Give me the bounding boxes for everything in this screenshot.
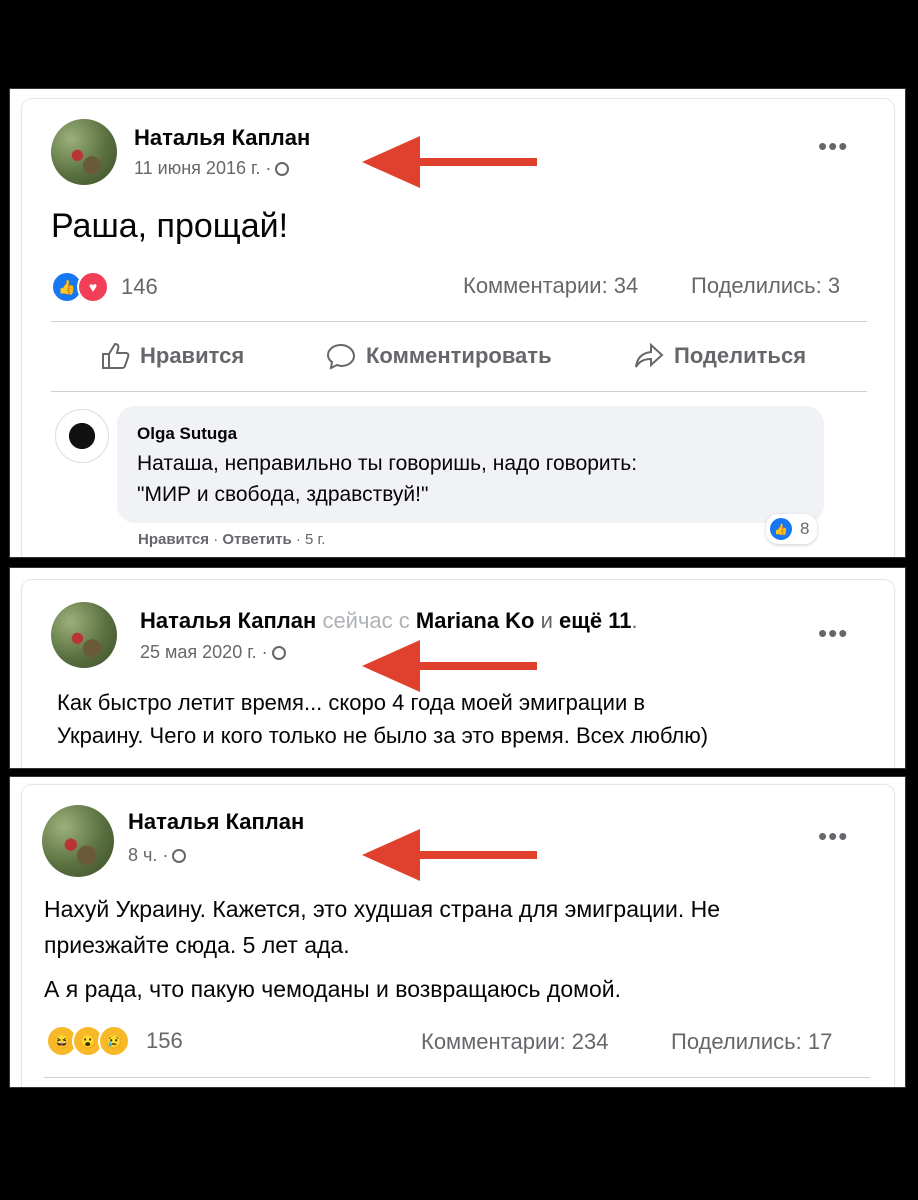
post-text-line-2: Украину. Чего и кого только не было за э… [57,723,709,748]
red-arrow [362,829,537,881]
post-text: Нахуй Украину. Кажется, это худшая стран… [44,891,720,1007]
shares-count[interactable]: Поделились: 17 [671,1029,832,1055]
post-card-2: Наталья Каплан сейчас с Mariana Ko и ещё… [22,580,894,768]
screenshot-panel-3: Наталья Каплан 8 ч. · ••• Нахуй Украину.… [9,776,906,1088]
with-prefix: сейчас с [322,608,410,633]
comment-reaction-count: 8 [800,519,810,538]
post-text-line-2: приезжайте сюда. 5 лет ада. [44,932,350,958]
post-date[interactable]: 8 ч. · [128,845,187,866]
comment-icon [326,343,356,370]
author-name[interactable]: Наталья Каплан [134,125,310,151]
screenshot-panel-1: Наталья Каплан 11 июня 2016 г. · ••• Раш… [9,88,906,558]
love-reaction-icon: ♥ [77,271,109,303]
comment-bubble: Olga Sutuga Наташа, неправильно ты говор… [117,406,824,523]
post-text: Раша, прощай! [51,207,289,245]
more-dots-icon[interactable]: ••• [818,131,848,162]
globe-icon [172,849,187,863]
globe-icon [271,646,286,660]
comment-like-link[interactable]: Нравится [138,531,209,548]
share-button[interactable]: Поделиться [634,342,806,370]
shares-count[interactable]: Поделились: 3 [691,273,840,299]
post-card-1: Наталья Каплан 11 июня 2016 г. · ••• Раш… [22,99,894,557]
commenter-avatar[interactable] [55,409,109,463]
comment-button[interactable]: Комментировать [326,342,552,370]
like-icon [102,342,130,369]
more-dots-icon[interactable]: ••• [818,821,848,852]
divider [51,391,867,392]
like-button[interactable]: Нравится [100,342,244,370]
author-avatar[interactable] [51,119,117,185]
share-icon [635,342,664,368]
post-date-text[interactable]: 8 ч. [128,845,157,865]
post-date-text[interactable]: 11 июня 2016 г. [134,158,260,178]
commenter-name[interactable]: Olga Sutuga [137,424,637,444]
author-name[interactable]: Наталья Каплан [128,809,304,835]
post-text-line-1: Как быстро летит время... скоро 4 года м… [57,690,646,715]
comment-reply-link[interactable]: Ответить [222,531,291,548]
more-dots-icon[interactable]: ••• [818,618,848,649]
like-reaction-icon: 👍 [768,516,794,542]
reactions-summary[interactable]: 👍 ♥ 146 [51,271,158,303]
comment-reactions[interactable]: 👍 8 [766,514,818,544]
author-avatar[interactable] [42,805,114,877]
sad-reaction-icon: 😢 [98,1025,130,1057]
comment-line-1: Наташа, неправильно ты говоришь, надо го… [137,452,638,475]
reactions-summary[interactable]: 😆 😮 😢 156 [46,1025,183,1057]
reactions-count[interactable]: 146 [121,274,158,300]
author-avatar[interactable] [51,602,117,668]
post-date[interactable]: 25 мая 2020 г. · [140,642,286,663]
tagged-user[interactable]: Mariana Ko [416,608,535,633]
post-text: Как быстро летит время... скоро 4 года м… [57,686,708,752]
globe-icon [275,162,290,176]
post-text-line-3: А я рада, что пакую чемоданы и возвращаю… [44,976,621,1002]
comments-count[interactable]: Комментарии: 34 [463,273,638,299]
comment-label: Комментировать [366,343,552,368]
comment-line-2: "МИР и свобода, здравствуй!" [137,483,429,506]
comments-count[interactable]: Комментарии: 234 [421,1029,609,1055]
reactions-count[interactable]: 156 [146,1028,183,1054]
share-label: Поделиться [674,343,807,368]
red-arrow [362,136,537,188]
post-date-text[interactable]: 25 мая 2020 г. [140,642,257,662]
comment-actions: Нравится · Ответить · 5 г. [138,531,326,548]
divider [44,1077,870,1078]
post-date[interactable]: 11 июня 2016 г. · [134,158,290,179]
like-label: Нравится [140,343,245,368]
screenshot-panel-2: Наталья Каплан сейчас с Mariana Ko и ещё… [9,567,906,769]
post-card-3: Наталья Каплан 8 ч. · ••• Нахуй Украину.… [22,785,894,1087]
comment-age: 5 г. [305,531,326,548]
tagged-others[interactable]: ещё 11 [559,608,631,633]
post-header-line: Наталья Каплан сейчас с Mariana Ko и ещё… [140,608,638,633]
author-name[interactable]: Наталья Каплан [140,608,316,633]
post-text-line-1: Нахуй Украину. Кажется, это худшая стран… [44,896,721,922]
divider [51,321,867,322]
and-word: и [540,608,553,633]
